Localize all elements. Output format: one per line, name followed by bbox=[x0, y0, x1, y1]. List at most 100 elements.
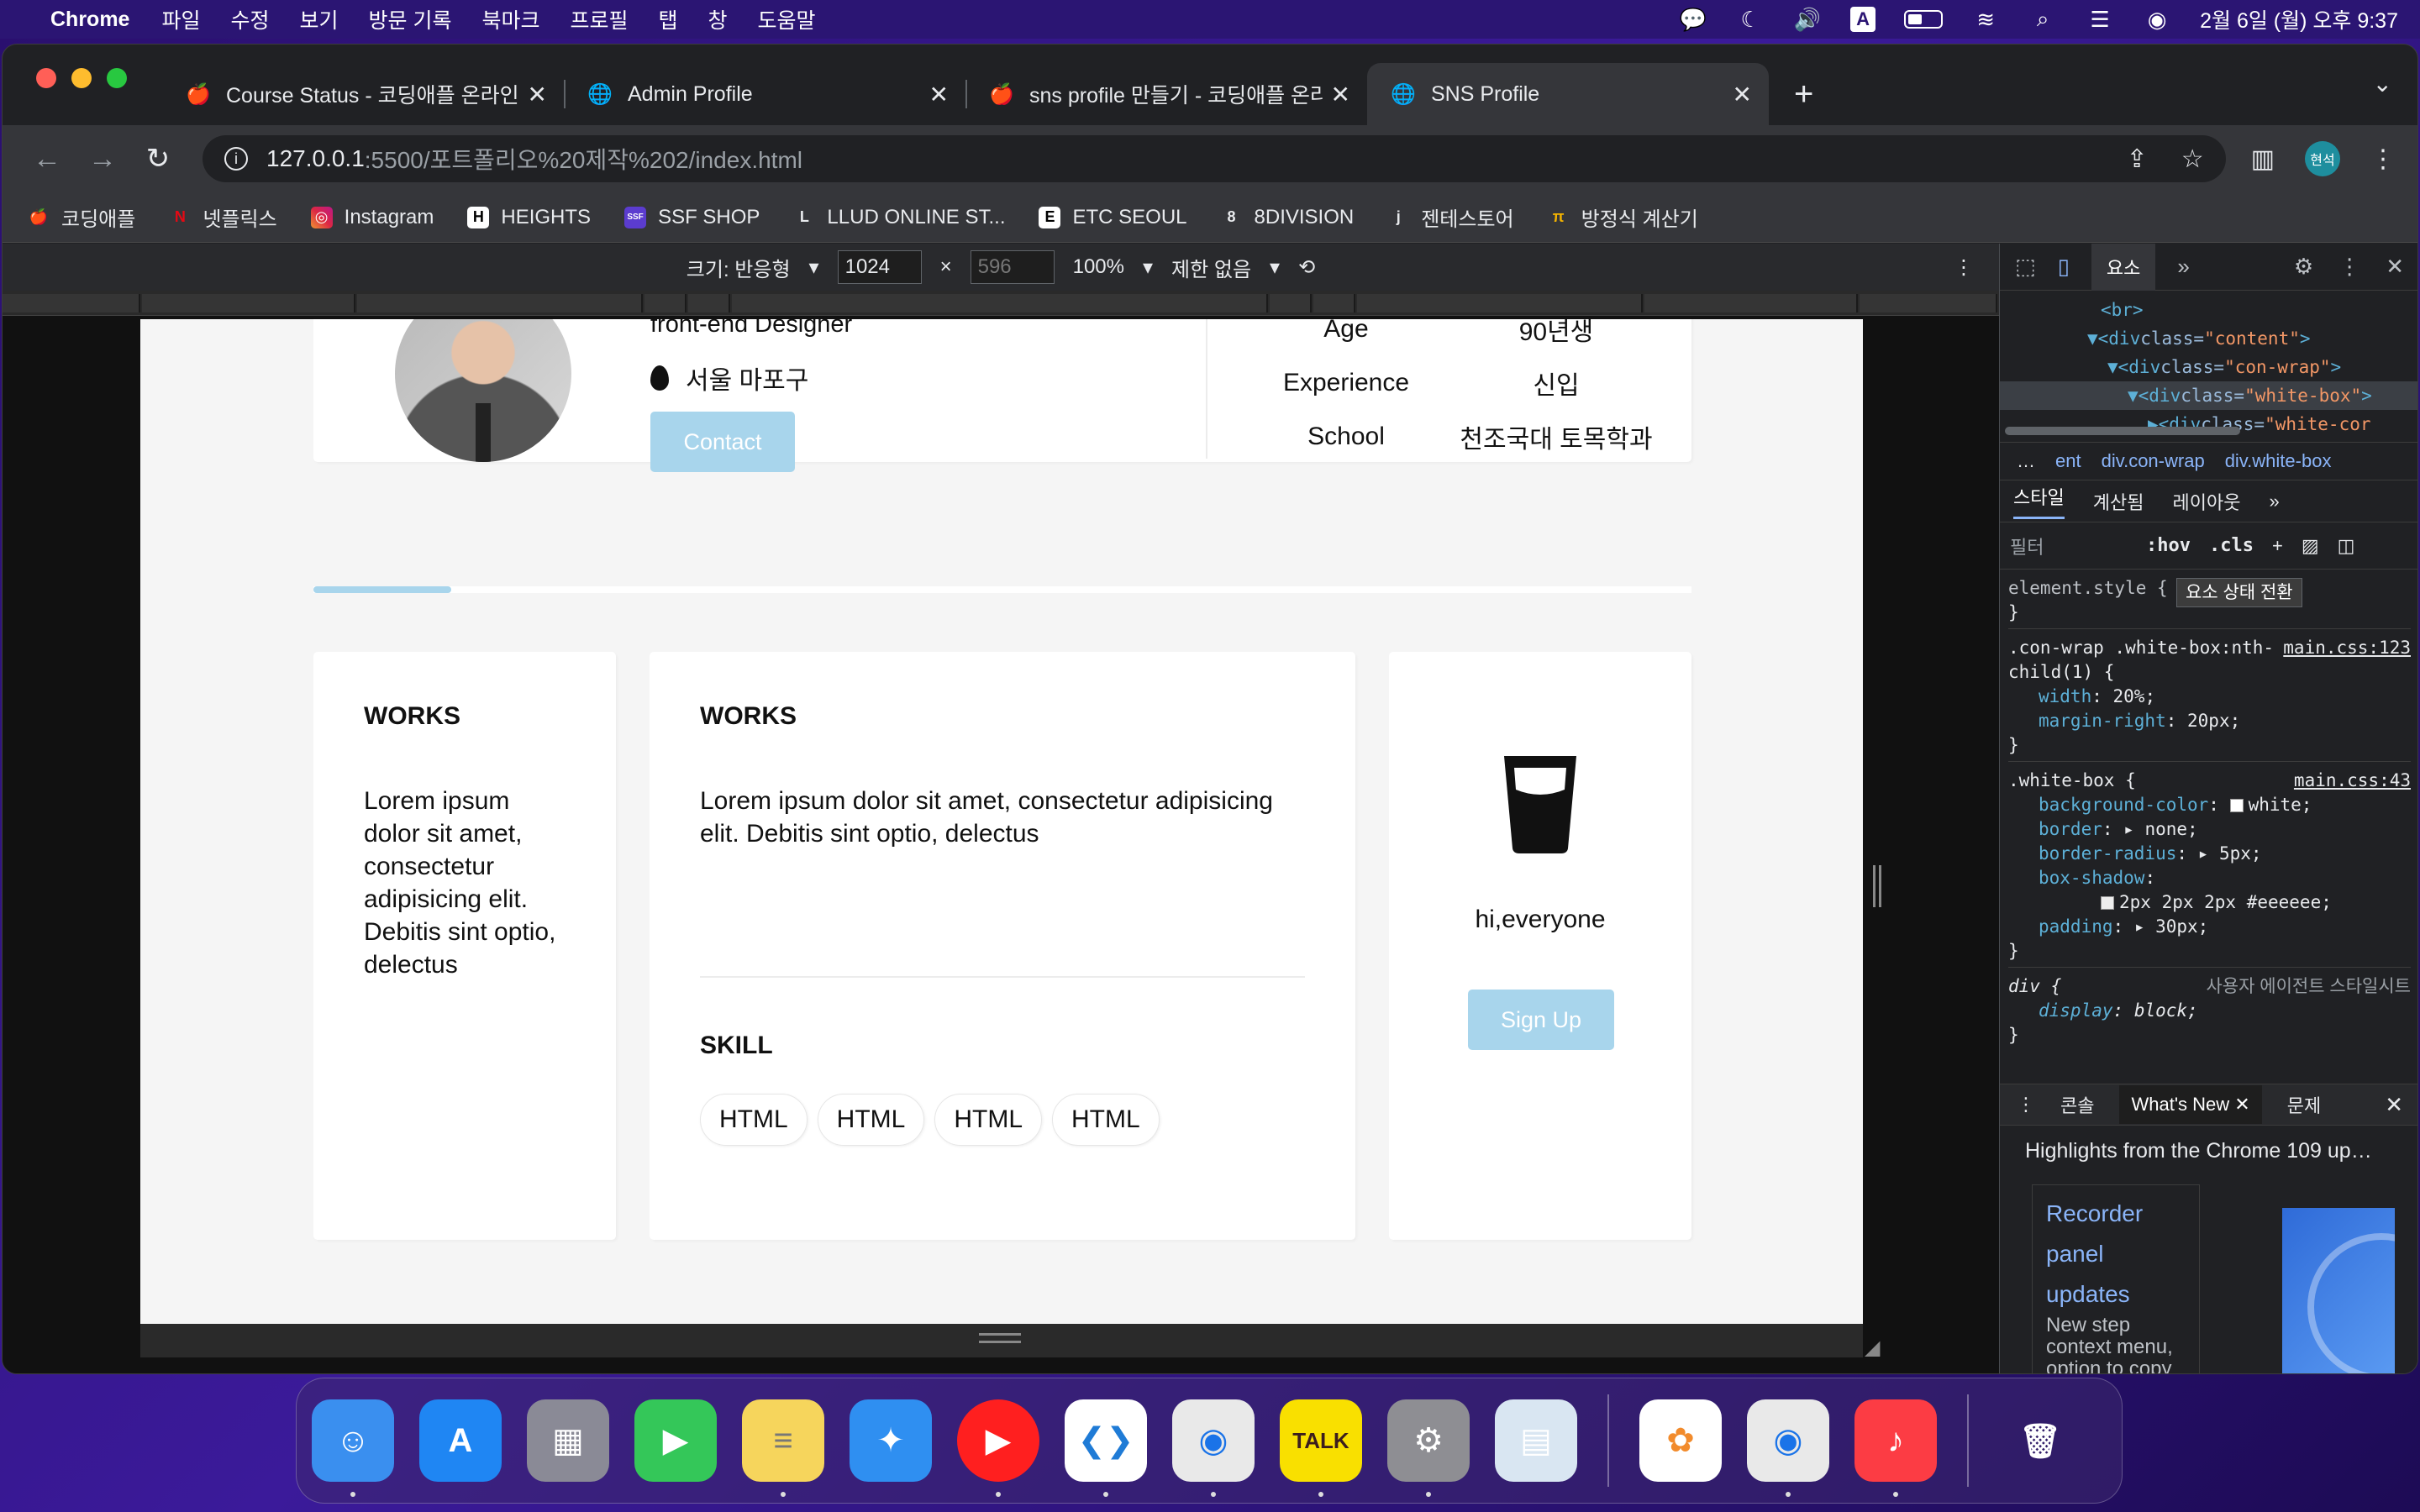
more-tabs-icon[interactable]: » bbox=[2269, 491, 2279, 512]
close-icon[interactable]: ✕ bbox=[528, 81, 547, 108]
menubar-clock[interactable]: 2월 6일 (월) 오후 9:37 bbox=[2200, 4, 2398, 34]
css-property[interactable]: background-color: white; bbox=[2008, 793, 2411, 817]
recorder-title[interactable]: Recorder panel updates bbox=[2046, 1194, 2186, 1315]
dock-app-app-store-icon[interactable]: A bbox=[419, 1399, 502, 1482]
dock-app-safari-icon[interactable]: ✦ bbox=[850, 1399, 932, 1482]
right-resize-handle[interactable] bbox=[1873, 865, 1881, 907]
dock-app-youtube-music-icon[interactable]: ▶ bbox=[957, 1399, 1039, 1497]
close-icon[interactable]: ✕ bbox=[2386, 254, 2404, 280]
corner-resize-icon[interactable]: ◢ bbox=[1865, 1336, 1880, 1360]
dock-app-vscode-icon[interactable]: ❮❯ bbox=[1065, 1399, 1147, 1497]
menu-window[interactable]: 창 bbox=[708, 4, 728, 34]
tab-admin-profile[interactable]: 🌐 Admin Profile ✕ bbox=[564, 63, 965, 125]
kebab-menu-icon[interactable]: ⋮ bbox=[2370, 144, 2396, 174]
bookmark-item[interactable]: j 젠테스토어 bbox=[1387, 202, 1514, 232]
paint-icon[interactable]: ▨ bbox=[2302, 535, 2319, 557]
dock-app-chrome-icon[interactable]: ◉ bbox=[1172, 1399, 1255, 1497]
add-rule-icon[interactable]: + bbox=[2272, 535, 2283, 557]
dom-node[interactable]: ▼<div class= "content" > bbox=[2000, 324, 2417, 353]
tab-search-chevron-icon[interactable]: ⌄ bbox=[2373, 70, 2392, 97]
bookmark-item[interactable]: H HEIGHTS bbox=[467, 206, 591, 229]
control-center-icon[interactable]: ☰ bbox=[2086, 7, 2114, 32]
address-bar[interactable]: i 127.0.0.1:5500/포트폴리오%20제작%202/index.ht… bbox=[203, 135, 2226, 182]
media-query-ruler[interactable] bbox=[3, 291, 1999, 316]
zoom-select[interactable]: 100% bbox=[1073, 255, 1124, 279]
css-property[interactable]: margin-right: 20px; bbox=[2008, 709, 2411, 733]
color-swatch[interactable] bbox=[2101, 896, 2114, 910]
bookmark-item[interactable]: N 넷플릭스 bbox=[169, 202, 277, 232]
close-icon[interactable]: ✕ bbox=[929, 81, 949, 108]
skill-tag[interactable]: HTML bbox=[1052, 1094, 1160, 1146]
dock-app-kakaotalk-icon[interactable]: TALK bbox=[1280, 1399, 1362, 1497]
minimize-window-button[interactable] bbox=[71, 68, 92, 88]
tab-whats-new[interactable]: What's New ✕ bbox=[2119, 1085, 2262, 1124]
bookmark-item[interactable]: 8 8DIVISION bbox=[1221, 206, 1355, 229]
horizontal-scrollbar[interactable] bbox=[2005, 427, 2240, 435]
bookmark-item[interactable]: ◎ Instagram bbox=[310, 206, 434, 229]
inspect-element-icon[interactable]: ⬚ bbox=[2015, 254, 2036, 280]
css-source-link[interactable]: main.css:123 bbox=[2283, 636, 2411, 660]
tab-sns-profile[interactable]: 🌐 SNS Profile ✕ bbox=[1367, 63, 1769, 125]
dock-app-trash-icon[interactable]: 🗑 bbox=[1999, 1399, 2081, 1482]
dom-tree[interactable]: <br> ▼<div class= "content" > ▼<div class=… bbox=[2000, 291, 2417, 442]
css-property[interactable]: border: ▸ none; bbox=[2008, 817, 2411, 842]
css-property[interactable]: display: block; bbox=[2008, 999, 2411, 1023]
css-rule[interactable]: main.css:123 .con-wrap .white-box:nth-ch… bbox=[2008, 636, 2411, 762]
dock-app-photos-icon[interactable]: ✿ bbox=[1639, 1399, 1722, 1482]
dock-app-chrome-2-icon[interactable]: ◉ bbox=[1747, 1399, 1829, 1497]
breadcrumb-item[interactable]: div.white-box bbox=[2225, 450, 2332, 472]
reload-icon[interactable]: ↻ bbox=[135, 142, 181, 176]
recorder-card[interactable]: Recorder panel updates New step context … bbox=[2032, 1184, 2200, 1373]
height-input[interactable]: 596 bbox=[970, 250, 1055, 284]
css-rule[interactable]: 사용자 에이전트 스타일시트 div { display: block; } bbox=[2008, 974, 2411, 1051]
bookmark-star-icon[interactable]: ☆ bbox=[2181, 144, 2204, 174]
css-property[interactable]: border-radius: ▸ 5px; bbox=[2008, 842, 2411, 866]
menu-bookmarks[interactable]: 북마크 bbox=[481, 4, 539, 34]
css-property[interactable]: width: 20%; bbox=[2008, 685, 2411, 709]
tab-computed[interactable]: 계산됨 bbox=[2093, 488, 2144, 515]
bookmark-item[interactable]: SSF SSF SHOP bbox=[624, 206, 760, 229]
dock-app-finder-icon[interactable]: ☺ bbox=[312, 1399, 394, 1497]
dock-app-system-settings-icon[interactable]: ⚙ bbox=[1387, 1399, 1470, 1497]
menu-view[interactable]: 보기 bbox=[300, 4, 339, 34]
siri-icon[interactable]: ◉ bbox=[2143, 7, 2171, 32]
menu-history[interactable]: 방문 기록 bbox=[369, 4, 452, 34]
battery-icon[interactable] bbox=[1904, 10, 1944, 29]
rotate-icon[interactable]: ⟲ bbox=[1298, 255, 1315, 280]
styles-filter-input[interactable]: 필터 bbox=[2010, 533, 2128, 559]
skill-tag[interactable]: HTML bbox=[817, 1094, 925, 1146]
sign-up-button[interactable]: Sign Up bbox=[1468, 990, 1614, 1050]
bookmark-item[interactable]: π 방정식 계산기 bbox=[1548, 202, 1698, 232]
skill-tag[interactable]: HTML bbox=[934, 1094, 1043, 1146]
breadcrumb-item[interactable]: ent bbox=[2055, 450, 2081, 472]
kebab-menu-icon[interactable]: ⋮ bbox=[2338, 254, 2360, 280]
css-property[interactable]: padding: ▸ 30px; bbox=[2008, 915, 2411, 939]
tab-elements[interactable]: 요소 bbox=[2091, 243, 2156, 291]
css-rule[interactable]: main.css:43 .white-box { background-colo… bbox=[2008, 769, 2411, 968]
breadcrumb-overflow[interactable]: … bbox=[2017, 450, 2035, 472]
throttle-select[interactable]: 제한 없음 bbox=[1171, 253, 1251, 282]
hov-toggle[interactable]: :hov bbox=[2146, 535, 2191, 556]
skill-tag[interactable]: HTML bbox=[700, 1094, 808, 1146]
css-property-continued[interactable]: 2px 2px 2px #eeeeee; bbox=[2008, 890, 2411, 915]
volume-icon[interactable]: 🔊 bbox=[1793, 7, 1822, 32]
input-source-icon[interactable]: A bbox=[1850, 7, 1876, 32]
device-toggle-icon[interactable]: ▯ bbox=[2058, 254, 2070, 280]
close-icon[interactable]: ✕ bbox=[1331, 81, 1350, 108]
bookmark-item[interactable]: 🍎 코딩애플 bbox=[28, 202, 136, 232]
tab-console[interactable]: 콘솔 bbox=[2060, 1091, 2094, 1118]
gear-icon[interactable]: ⚙ bbox=[2294, 254, 2313, 280]
new-tab-button[interactable]: + bbox=[1794, 76, 1813, 113]
bottom-resize-handle[interactable] bbox=[979, 1333, 1021, 1343]
dock-app-launchpad-icon[interactable]: ▦ bbox=[527, 1399, 609, 1482]
menu-help[interactable]: 도움말 bbox=[758, 4, 816, 34]
zoom-window-button[interactable] bbox=[107, 68, 127, 88]
share-icon[interactable]: ⇪ bbox=[2127, 144, 2148, 174]
forward-arrow-icon[interactable]: → bbox=[80, 143, 125, 176]
app-menu[interactable]: Chrome bbox=[50, 8, 129, 32]
tab-issues[interactable]: 문제 bbox=[2287, 1091, 2321, 1118]
menu-tab[interactable]: 탭 bbox=[659, 4, 678, 34]
color-swatch[interactable] bbox=[2229, 799, 2244, 812]
menu-profiles[interactable]: 프로필 bbox=[570, 4, 628, 34]
contact-button[interactable]: Contact bbox=[650, 412, 795, 472]
